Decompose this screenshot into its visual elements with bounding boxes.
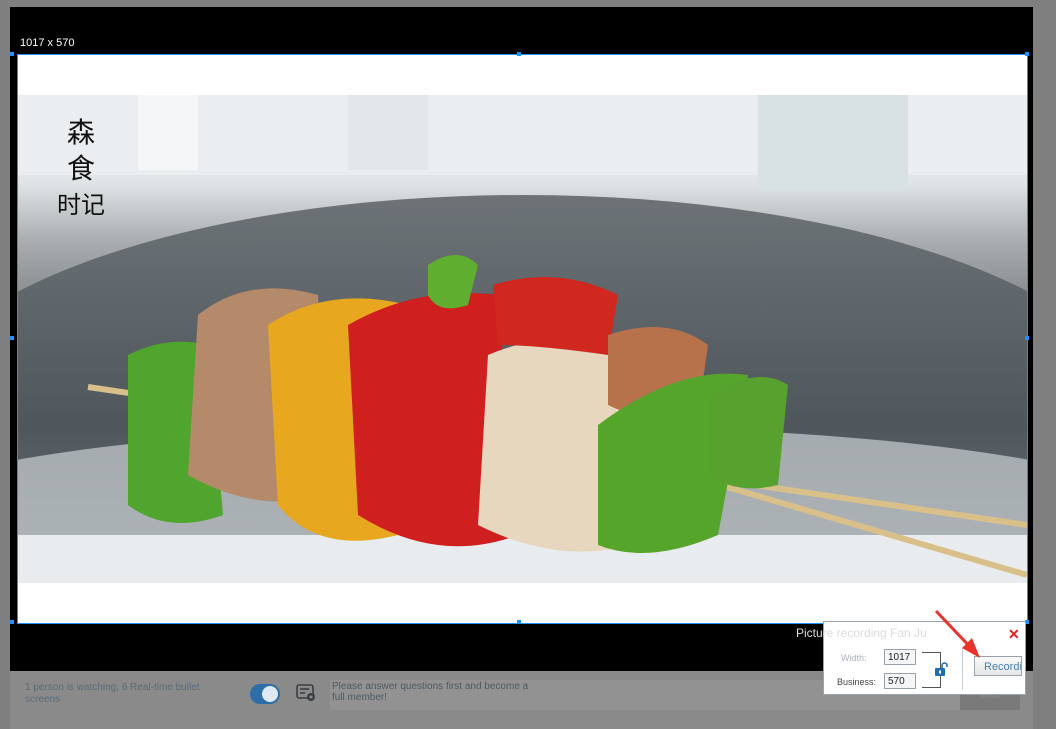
food-skewer-illustration [18,95,1027,583]
dialog-title: Picture recording Fan Ju [796,626,927,640]
comment-placeholder: Please answer questions first and become… [332,681,529,703]
video-frame-image [18,95,1027,583]
resize-handle-right[interactable] [1025,336,1029,340]
danmaku-toggle-icon[interactable] [250,684,280,704]
resize-handle-top-right[interactable] [1025,52,1029,56]
capture-dimension-label: 1017 x 570 [20,37,75,49]
close-icon[interactable]: ✕ [1008,626,1020,643]
viewer-count-text: 1 person is watching, 6 Real-time bullet… [25,682,200,705]
brand-logo: 森 食 时记 [56,115,106,223]
capture-selection-frame[interactable]: 森 食 时记 [17,54,1028,624]
logo-char-3: 时记 [57,191,105,219]
logo-char-2: 食 [66,152,95,185]
red-arrow-annotation [934,609,980,658]
logo-char-1: 森 [66,116,95,149]
resize-handle-top[interactable] [517,52,521,56]
width-label: Width: [841,653,867,663]
resize-handle-bottom[interactable] [517,620,521,624]
width-field[interactable] [884,649,916,665]
resize-handle-bottom-left[interactable] [10,620,14,624]
recording-stage: 1017 x 570 森 食 时记 [10,7,1033,671]
height-label: Business: [837,677,877,687]
resize-handle-left[interactable] [10,336,14,340]
resize-handle-top-left[interactable] [10,52,14,56]
toggle-knob [262,686,278,702]
height-field[interactable] [884,673,916,689]
danmaku-settings-icon[interactable] [296,684,316,702]
